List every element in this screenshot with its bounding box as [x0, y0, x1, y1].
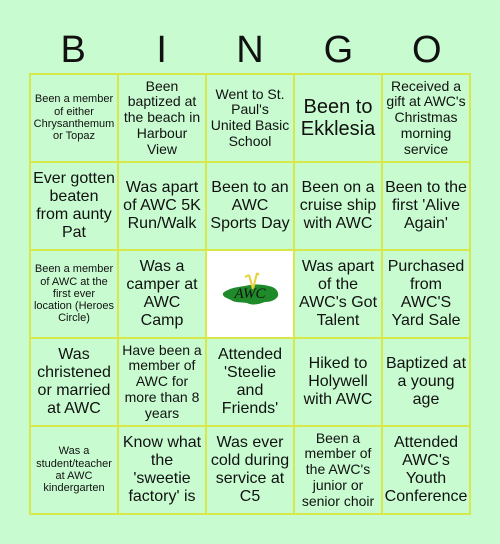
- bingo-grid: Been a member of either Chrysanthemum or…: [29, 73, 471, 515]
- bingo-cell[interactable]: Been to the first 'Alive Again': [382, 162, 470, 250]
- bingo-cell[interactable]: Attended AWC's Youth Conference: [382, 426, 470, 514]
- bingo-cell[interactable]: Ever gotten beaten from aunty Pat: [30, 162, 118, 250]
- free-space[interactable]: AWC: [206, 250, 294, 338]
- bingo-cell[interactable]: Was a camper at AWC Camp: [118, 250, 206, 338]
- header-letter-o: O: [412, 29, 442, 71]
- header-letter-g: G: [323, 29, 354, 71]
- bingo-cell[interactable]: Was apart of the AWC's Got Talent: [294, 250, 382, 338]
- awc-logo-icon: AWC: [219, 269, 281, 320]
- bingo-cell[interactable]: Been a member of the AWC's junior or sen…: [294, 426, 382, 514]
- bingo-cell[interactable]: Went to St. Paul's United Basic School: [206, 74, 294, 162]
- bingo-cell[interactable]: Received a gift at AWC's Christmas morni…: [382, 74, 470, 162]
- bingo-cell[interactable]: Know what the 'sweetie factory' is: [118, 426, 206, 514]
- bingo-cell[interactable]: Was apart of AWC 5K Run/Walk: [118, 162, 206, 250]
- bingo-cell[interactable]: Have been a member of AWC for more than …: [118, 338, 206, 426]
- bingo-cell[interactable]: Purchased from AWC'S Yard Sale: [382, 250, 470, 338]
- header-letter-i: I: [156, 29, 167, 71]
- bingo-cell[interactable]: Been to Ekklesia: [294, 74, 382, 162]
- bingo-cell[interactable]: Been a member of AWC at the first ever l…: [30, 250, 118, 338]
- bingo-cell[interactable]: Been on a cruise ship with AWC: [294, 162, 382, 250]
- bingo-cell[interactable]: Been to an AWC Sports Day: [206, 162, 294, 250]
- bingo-cell[interactable]: Was christened or married at AWC: [30, 338, 118, 426]
- bingo-header: B I N G O: [29, 30, 471, 70]
- bingo-cell[interactable]: Attended 'Steelie and Friends': [206, 338, 294, 426]
- header-letter-b: B: [60, 29, 86, 71]
- bingo-cell[interactable]: Was a student/teacher at AWC kindergarte…: [30, 426, 118, 514]
- header-letter-n: N: [236, 29, 264, 71]
- bingo-cell[interactable]: Hiked to Holywell with AWC: [294, 338, 382, 426]
- svg-text:AWC: AWC: [233, 286, 266, 302]
- bingo-cell[interactable]: Been baptized at the beach in Harbour Vi…: [118, 74, 206, 162]
- bingo-cell[interactable]: Was ever cold during service at C5: [206, 426, 294, 514]
- bingo-cell[interactable]: Been a member of either Chrysanthemum or…: [30, 74, 118, 162]
- bingo-cell[interactable]: Baptized at a young age: [382, 338, 470, 426]
